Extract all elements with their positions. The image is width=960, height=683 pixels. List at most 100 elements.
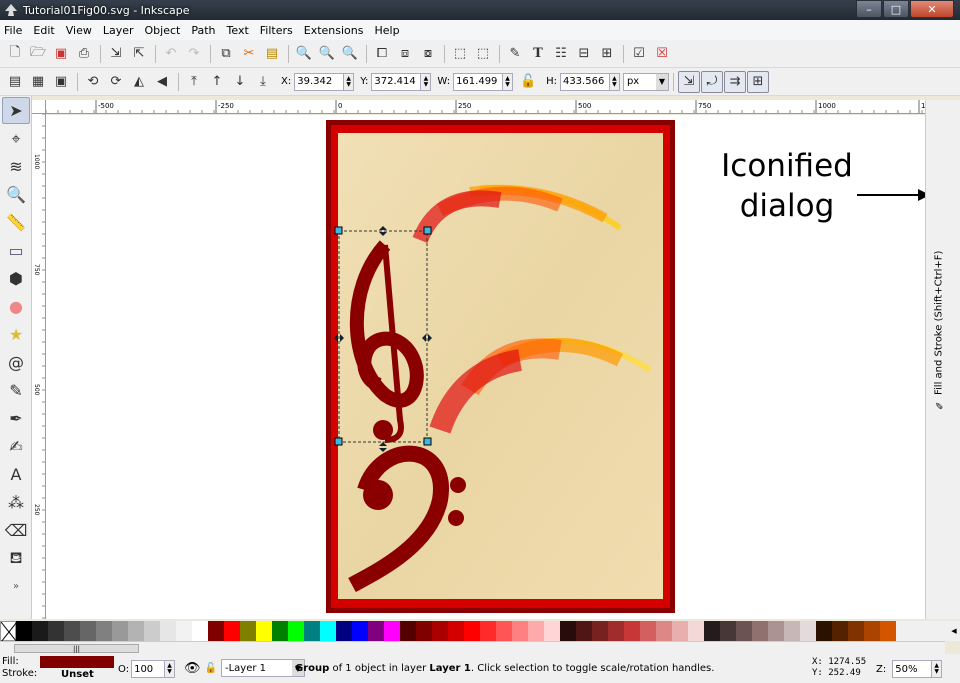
lower-icon[interactable]: ↓ <box>229 71 251 93</box>
y-input[interactable]: 372.414 <box>371 72 422 91</box>
save-icon[interactable]: ▣ <box>50 43 72 65</box>
w-input[interactable]: 161.499 <box>453 72 504 91</box>
deselect-icon[interactable]: ▣ <box>50 71 72 93</box>
lower-to-bottom-icon[interactable]: ⤓ <box>252 71 274 93</box>
palette-swatch[interactable] <box>16 621 32 641</box>
palette-swatch[interactable] <box>576 621 592 641</box>
document-properties-icon[interactable]: ☒ <box>651 43 673 65</box>
palette-swatch[interactable] <box>384 621 400 641</box>
zoom-drawing-icon[interactable]: 🔍 <box>316 43 338 65</box>
palette-swatch[interactable] <box>464 621 480 641</box>
paint-bucket-tool-icon[interactable]: ⛾ <box>2 545 30 572</box>
measure-tool-icon[interactable]: 📏 <box>2 209 30 236</box>
palette-swatch[interactable] <box>272 621 288 641</box>
w-spin-arrows[interactable]: ▲ ▼ <box>503 72 514 91</box>
palette-swatch[interactable] <box>416 621 432 641</box>
menu-path[interactable]: Path <box>191 24 215 37</box>
box-3d-tool-icon[interactable]: ⬢ <box>2 265 30 292</box>
raise-icon[interactable]: ↑ <box>206 71 228 93</box>
xml-editor-icon[interactable]: ☷ <box>550 43 572 65</box>
palette-swatch[interactable] <box>736 621 752 641</box>
move-patterns-icon[interactable]: ⊞ <box>746 70 769 93</box>
palette-swatch[interactable] <box>720 621 736 641</box>
palette-swatch[interactable] <box>848 621 864 641</box>
palette-swatch[interactable] <box>752 621 768 641</box>
layer-lock-icon[interactable]: 🔓 <box>205 663 217 674</box>
palette-swatch[interactable] <box>400 621 416 641</box>
paste-icon[interactable]: ▤ <box>261 43 283 65</box>
star-tool-icon[interactable]: ★ <box>2 321 30 348</box>
fill-stroke-icon[interactable]: ✎ <box>504 43 526 65</box>
palette-swatch[interactable] <box>288 621 304 641</box>
menu-text[interactable]: Text <box>227 24 249 37</box>
select-all-layers-icon[interactable]: ▦ <box>27 71 49 93</box>
y-spin-arrows[interactable]: ▲ ▼ <box>421 72 432 91</box>
node-tool-icon[interactable]: ⌖ <box>2 125 30 152</box>
pencil-tool-icon[interactable]: ✎ <box>2 377 30 404</box>
zoom-tool-icon[interactable]: 🔍 <box>2 181 30 208</box>
move-gradients-icon[interactable]: ⇉ <box>723 70 746 93</box>
spray-tool-icon[interactable]: ⁂ <box>2 489 30 516</box>
stroke-value[interactable]: Unset <box>61 669 94 680</box>
text-tool-icon[interactable]: A <box>2 461 30 488</box>
palette-swatch[interactable] <box>816 621 832 641</box>
palette-swatch[interactable] <box>528 621 544 641</box>
preferences-icon[interactable]: ☑ <box>628 43 650 65</box>
palette-swatch[interactable] <box>144 621 160 641</box>
palette-swatch[interactable] <box>160 621 176 641</box>
palette-swatch[interactable] <box>592 621 608 641</box>
lock-ratio-icon[interactable]: 🔓 <box>517 71 539 93</box>
layer-select[interactable]: -Layer 1 ▼ <box>220 659 305 677</box>
palette-swatch[interactable] <box>624 621 640 641</box>
tweak-tool-icon[interactable]: ≋ <box>2 153 30 180</box>
palette-swatch[interactable] <box>608 621 624 641</box>
palette-swatch[interactable] <box>48 621 64 641</box>
rotate-ccw-icon[interactable]: ⟲ <box>82 71 104 93</box>
menu-layer[interactable]: Layer <box>103 24 134 37</box>
cut-icon[interactable]: ✂ <box>238 43 260 65</box>
select-tool-icon[interactable]: ➤ <box>2 97 30 124</box>
horizontal-ruler[interactable]: -500-25002505007501000125 <box>46 100 925 114</box>
text-font-icon[interactable]: T <box>527 43 549 65</box>
palette-swatch[interactable] <box>496 621 512 641</box>
h-spin-arrows[interactable]: ▲ ▼ <box>609 72 620 91</box>
clone-icon[interactable]: ⧈ <box>394 43 416 65</box>
x-spin-arrows[interactable]: ▲ ▼ <box>344 72 355 91</box>
menu-filters[interactable]: Filters <box>260 24 293 37</box>
unit-select[interactable]: px ▼ <box>622 72 669 91</box>
palette-swatch[interactable] <box>432 621 448 641</box>
menu-object[interactable]: Object <box>145 24 181 37</box>
scale-corners-icon[interactable]: ⤾ <box>700 70 723 93</box>
raise-to-top-icon[interactable]: ⤒ <box>183 71 205 93</box>
palette-swatch[interactable] <box>768 621 784 641</box>
align-icon[interactable]: ⊟ <box>573 43 595 65</box>
palette-swatch[interactable] <box>192 621 208 641</box>
eraser-tool-icon[interactable]: ⌫ <box>2 517 30 544</box>
menu-help[interactable]: Help <box>374 24 399 37</box>
palette-swatch[interactable] <box>368 621 384 641</box>
menu-file[interactable]: File <box>4 24 22 37</box>
minimize-button[interactable]: – <box>856 0 882 18</box>
fill-stroke-dock-tab[interactable]: ✎ Fill and Stroke (Shift+Ctrl+F) <box>930 250 948 410</box>
palette-swatch[interactable] <box>96 621 112 641</box>
more-tools-icon[interactable]: » <box>2 573 30 600</box>
palette-swatch[interactable] <box>880 621 896 641</box>
rect-tool-icon[interactable]: ▭ <box>2 237 30 264</box>
palette-swatch[interactable] <box>672 621 688 641</box>
select-all-icon[interactable]: ▤ <box>4 71 26 93</box>
palette-swatch[interactable] <box>224 621 240 641</box>
pen-tool-icon[interactable]: ✒ <box>2 405 30 432</box>
palette-swatch[interactable] <box>64 621 80 641</box>
close-button[interactable]: ✕ <box>910 0 954 18</box>
group-icon[interactable]: ⬚ <box>449 43 471 65</box>
palette-swatch[interactable] <box>560 621 576 641</box>
h-input[interactable]: 433.566 <box>559 72 610 91</box>
spiral-tool-icon[interactable]: @ <box>2 349 30 376</box>
palette-swatch[interactable] <box>544 621 560 641</box>
undo-icon[interactable]: ↶ <box>160 43 182 65</box>
palette-swatch[interactable] <box>480 621 496 641</box>
rotate-cw-icon[interactable]: ⟳ <box>105 71 127 93</box>
zoom-page-icon[interactable]: 🔍 <box>339 43 361 65</box>
maximize-button[interactable]: □ <box>883 0 909 18</box>
ellipse-tool-icon[interactable]: ● <box>2 293 30 320</box>
